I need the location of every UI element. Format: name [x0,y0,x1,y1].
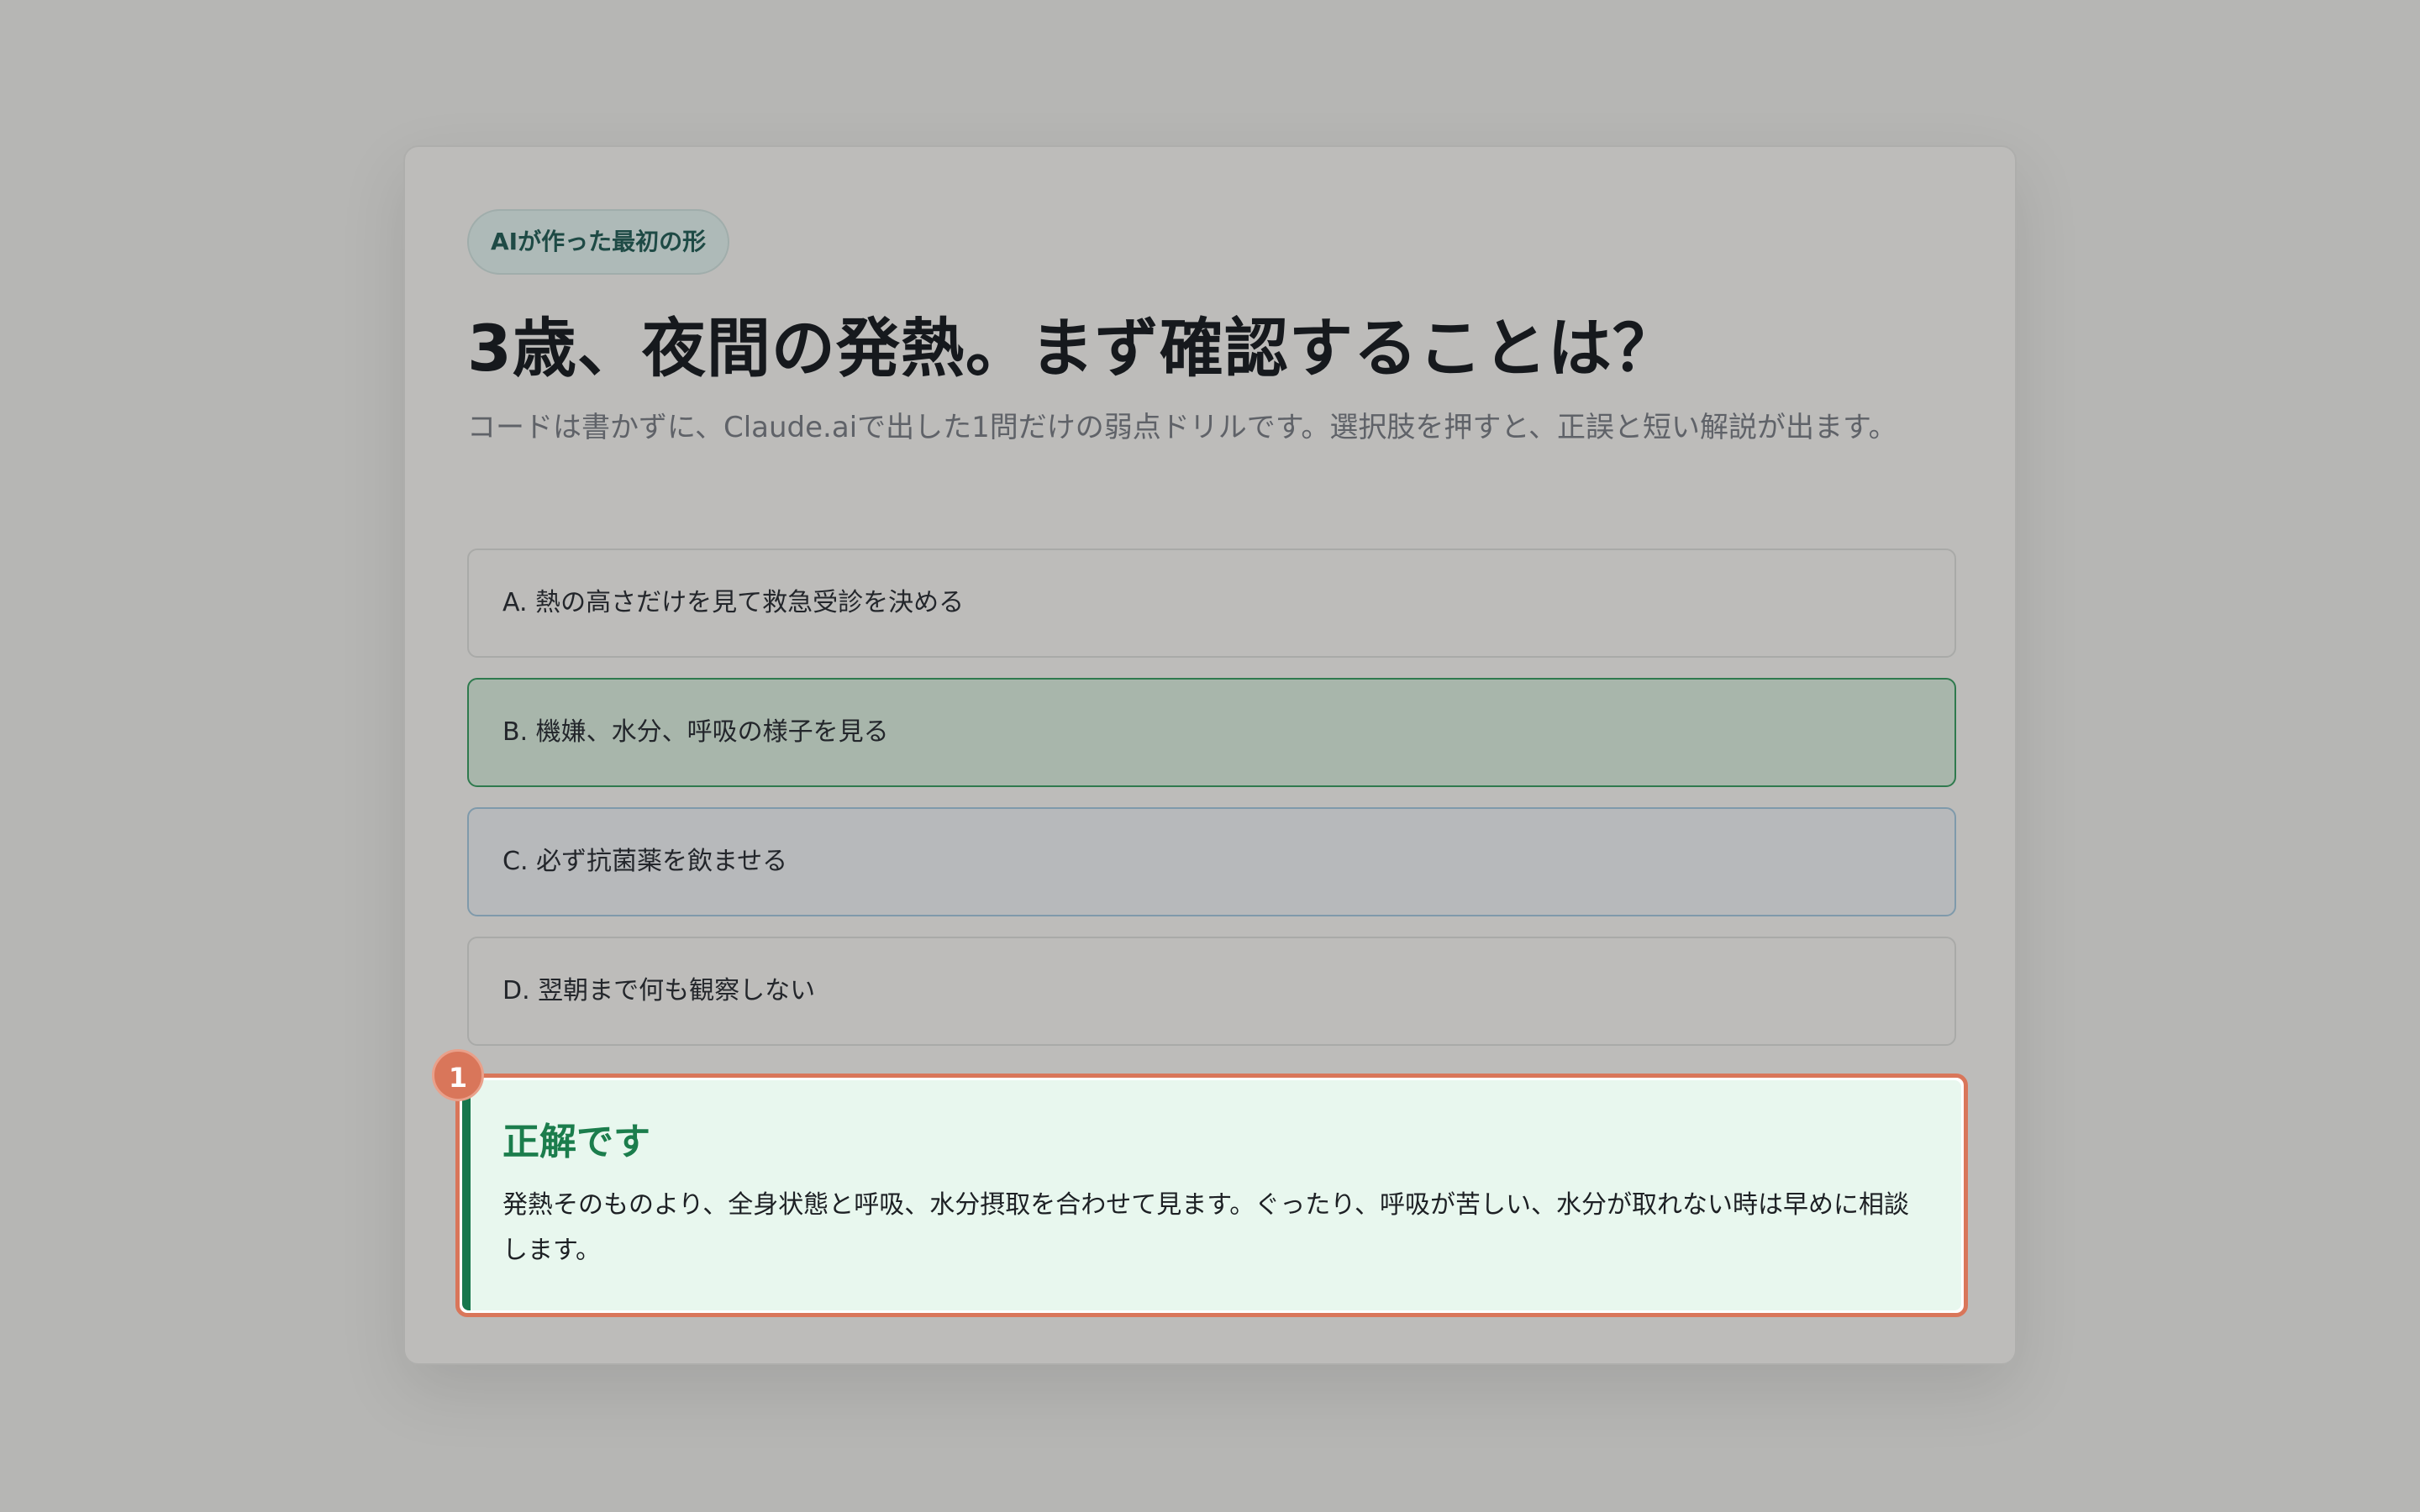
option-b[interactable]: B. 機嫌、水分、呼吸の様子を見る [467,678,1956,787]
option-d[interactable]: D. 翌朝まで何も観察しない [467,937,1956,1046]
quiz-card: AIが作った最初の形 3歳、夜間の発熱。まず確認することは？ コードは書かずに、… [403,145,2017,1365]
option-a[interactable]: A. 熱の高さだけを見て救急受診を決める [467,549,1956,658]
feedback-panel: 正解です 発熱そのものより、全身状態と呼吸、水分摂取を合わせて見ます。ぐったり、… [462,1080,1961,1310]
annotation-marker: 1 [432,1049,484,1101]
quiz-description: コードは書かずに、Claude.aiで出した1問だけの弱点ドリルです。選択肢を押… [467,411,1897,444]
feedback-text: 発熱そのものより、全身状態と呼吸、水分摂取を合わせて見ます。ぐったり、呼吸が苦し… [502,1190,1909,1265]
origin-badge: AIが作った最初の形 [467,209,730,275]
question-title: 3歳、夜間の発熱。まず確認することは？ [467,311,1677,386]
feedback-title: 正解です [502,1121,650,1163]
feedback-highlight: 正解です 発熱そのものより、全身状態と呼吸、水分摂取を合わせて見ます。ぐったり、… [455,1074,1968,1317]
option-c[interactable]: C. 必ず抗菌薬を飲ませる [467,807,1956,916]
